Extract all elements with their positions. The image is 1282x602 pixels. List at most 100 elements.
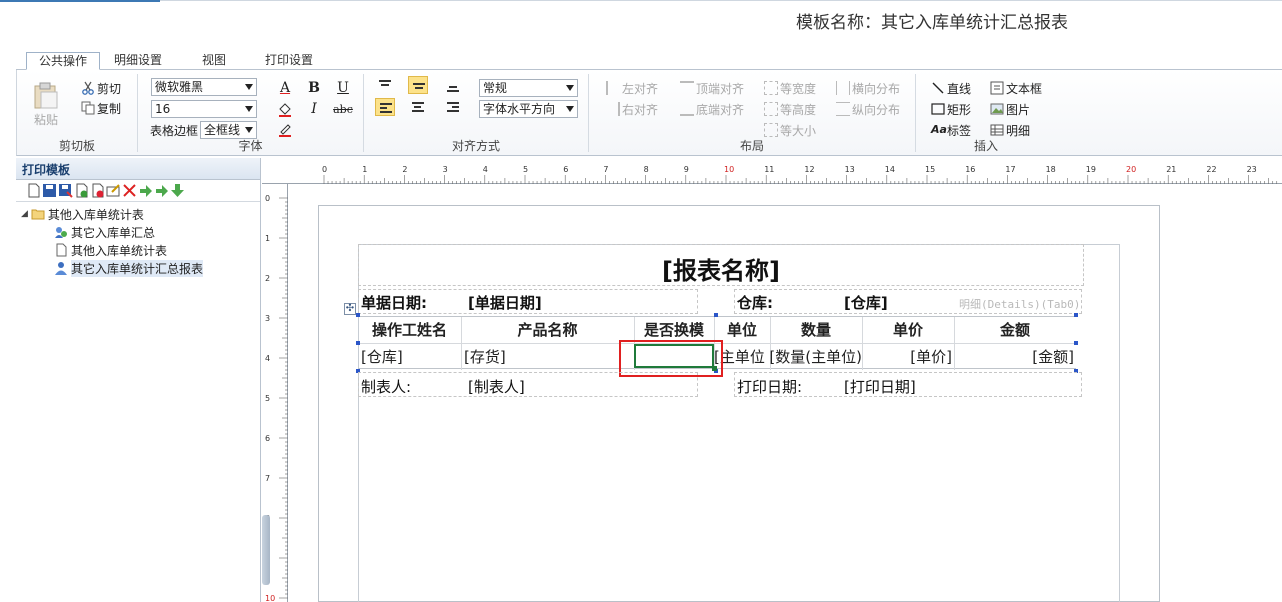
row-cell-quantity[interactable]: 数量(主单位)] (770, 344, 862, 370)
horizontal-distribute-button[interactable]: 横向分布 (836, 78, 900, 98)
grid-selection-handle[interactable] (1074, 341, 1078, 345)
align-top-button[interactable] (375, 76, 395, 94)
warehouse-label[interactable]: 仓库: (737, 292, 773, 313)
insert-line-button[interactable]: 直线 (931, 78, 971, 98)
expand-triangle-icon[interactable]: ◢ (21, 209, 28, 219)
maker-field[interactable]: [制表人] (468, 376, 525, 397)
grid-selection-handle[interactable] (1074, 313, 1078, 317)
header-cell-product[interactable]: 产品名称 (461, 317, 634, 343)
h-distribute-icon (836, 81, 850, 95)
align-top-layout-label: 顶端对齐 (696, 81, 745, 96)
header-cell-amount[interactable]: 金额 (954, 317, 1076, 343)
label-icon: Aa (931, 123, 947, 136)
move-down-icon[interactable] (170, 183, 185, 198)
date-label[interactable]: 单据日期: (361, 292, 427, 313)
border-color-button[interactable] (275, 119, 295, 139)
align-right-button[interactable] (443, 98, 463, 116)
scissors-icon (82, 81, 94, 95)
new-icon[interactable] (26, 183, 41, 198)
align-bottom-layout-button[interactable]: 底端对齐 (680, 99, 744, 119)
ruler-tick-label: 13 (845, 165, 855, 174)
font-size-value: 16 (155, 102, 171, 116)
insert-image-button[interactable]: 图片 (990, 99, 1030, 119)
maker-label[interactable]: 制表人: (361, 376, 411, 397)
insert-rect-button[interactable]: 矩形 (931, 99, 971, 119)
ruler-tick-label: 8 (644, 165, 649, 174)
edit-icon[interactable] (106, 183, 121, 198)
align-left-layout-button[interactable]: 左对齐 (606, 78, 658, 98)
ruler-tick-label: 21 (1166, 165, 1176, 174)
insert-line-label: 直线 (947, 81, 972, 96)
print-date-label[interactable]: 打印日期: (737, 376, 802, 397)
ruler-tick-label: 22 (1206, 165, 1216, 174)
tab-common[interactable]: 公共操作 (26, 52, 101, 70)
header-cell-price[interactable]: 单价 (862, 317, 954, 343)
grid-selection-handle[interactable] (356, 313, 360, 317)
same-height-button[interactable]: 等高度 (764, 99, 816, 119)
report-title[interactable]: [报表名称] (662, 251, 780, 286)
vertical-distribute-button[interactable]: 纵向分布 (836, 99, 900, 119)
tree-item-label: 其它入库单汇总 (71, 225, 156, 240)
align-middle-icon (413, 83, 425, 93)
tree-root[interactable]: ◢ 其他入库单统计表 (21, 206, 144, 222)
tab-view[interactable]: 视图 (190, 52, 238, 70)
tab-detail-settings[interactable]: 明细设置 (102, 52, 174, 70)
font-size-select[interactable]: 16 (151, 100, 257, 118)
strikethrough-button[interactable]: abc (330, 99, 356, 119)
vertical-scrollbar-thumb[interactable] (262, 515, 270, 585)
font-color-button[interactable]: A (275, 78, 295, 98)
ruler-tick-label: 5 (265, 394, 270, 403)
row-cell-price[interactable]: [单价] (862, 344, 952, 370)
font-family-select[interactable]: 微软雅黑 (151, 78, 257, 96)
tree-item-label: 其它入库单统计汇总报表 (71, 259, 204, 277)
insert-textbox-button[interactable]: 文本框 (990, 78, 1042, 98)
row-cell-product[interactable]: [存货] (464, 344, 632, 370)
font-family-value: 微软雅黑 (155, 80, 204, 94)
text-direction-select[interactable]: 字体水平方向 (479, 100, 578, 118)
cut-button[interactable]: 剪切 (81, 78, 121, 98)
tree-item-statistics[interactable]: 其他入库单统计表 (54, 242, 167, 258)
export-icon[interactable] (154, 183, 169, 198)
header-cell-operator[interactable]: 操作工姓名 (358, 317, 461, 343)
warehouse-field[interactable]: [仓库] (844, 292, 888, 313)
text-style-select[interactable]: 常规 (479, 79, 578, 97)
paste-label: 粘贴 (33, 113, 58, 127)
ruler-tick-label: 20 (1126, 165, 1136, 174)
panel-title: 打印模板 (16, 158, 260, 180)
align-left-button[interactable] (375, 98, 395, 116)
date-field[interactable]: [单据日期] (468, 292, 542, 313)
import-icon[interactable] (138, 183, 153, 198)
paste-button[interactable]: 粘贴 (33, 82, 59, 128)
tab-print-settings[interactable]: 打印设置 (253, 52, 325, 70)
row-cell-operator[interactable]: [仓库] (361, 344, 459, 370)
align-right-layout-button[interactable]: 右对齐 (606, 99, 658, 119)
bold-button[interactable]: B (304, 78, 324, 98)
row-cell-amount[interactable]: [金额] (954, 344, 1074, 370)
grid-selection-handle[interactable] (356, 341, 360, 345)
save-as-icon[interactable] (58, 183, 73, 198)
ruler-tick-label: 11 (764, 165, 774, 174)
tree-item-summary-report[interactable]: 其它入库单统计汇总报表 (54, 259, 204, 277)
print-date-field[interactable]: [打印日期] (844, 376, 916, 397)
same-width-button[interactable]: 等宽度 (764, 78, 816, 98)
align-top-layout-button[interactable]: 顶端对齐 (680, 78, 744, 98)
grid-selection-handle[interactable] (714, 313, 718, 317)
align-center-button[interactable] (408, 98, 428, 116)
ruler-tick-label: 18 (1046, 165, 1056, 174)
alignment-group: 常规 字体水平方向 对齐方式 (364, 70, 588, 156)
underline-button[interactable]: U (333, 78, 353, 98)
move-handle-icon[interactable]: ✣ (344, 303, 356, 315)
copy-button[interactable]: 复制 (81, 98, 121, 118)
ruler-tick-label: 6 (265, 434, 270, 443)
align-middle-button[interactable] (408, 76, 428, 94)
fill-color-button[interactable] (275, 99, 295, 119)
align-bottom-button[interactable] (443, 80, 463, 98)
chevron-down-icon (245, 127, 253, 133)
delete-icon[interactable] (122, 183, 137, 198)
apply-icon[interactable] (74, 183, 89, 198)
header-cell-quantity[interactable]: 数量 (770, 317, 862, 343)
remove-icon[interactable] (90, 183, 105, 198)
tree-item-summary[interactable]: 其它入库单汇总 (54, 224, 155, 240)
save-icon[interactable] (42, 183, 57, 198)
italic-button[interactable]: I (304, 99, 324, 119)
